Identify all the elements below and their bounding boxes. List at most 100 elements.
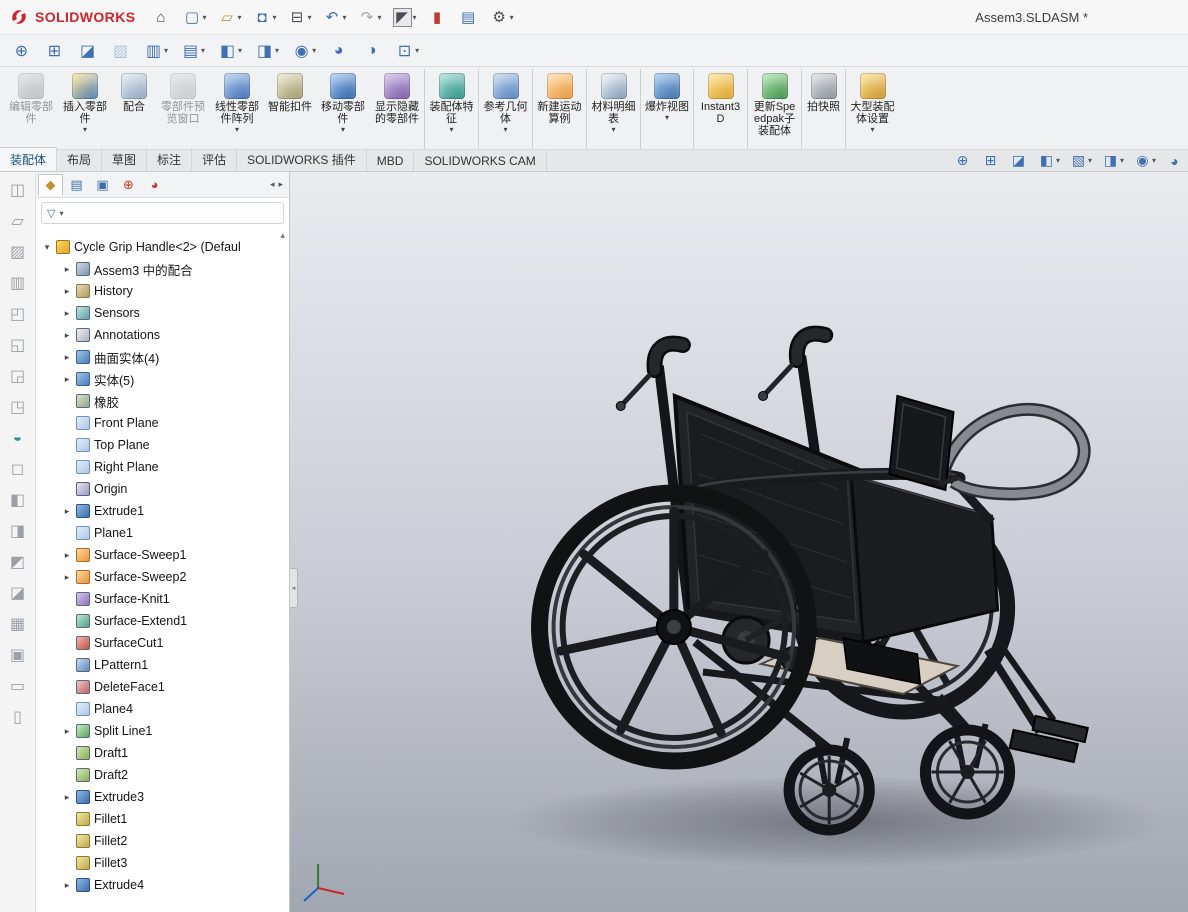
expand-arrow-icon[interactable]: ▸ (62, 550, 72, 561)
expand-arrow-icon[interactable]: ▸ (62, 792, 72, 803)
titlebar-icon[interactable]: ◘ ▾ (248, 6, 280, 29)
caret-icon[interactable]: ▾ (238, 46, 242, 55)
caret-icon[interactable]: ▾ (235, 125, 239, 135)
caret-icon[interactable]: ▾ (237, 13, 241, 22)
tree-item[interactable]: ▸ Extrude4 (36, 874, 289, 896)
quickbar-icon[interactable]: ⊞ (41, 39, 69, 62)
caret-icon[interactable]: ▾ (449, 125, 453, 135)
caret-icon[interactable]: ▾ (164, 46, 168, 55)
caret-icon[interactable]: ▾ (378, 13, 382, 22)
headsup-icon[interactable]: ⊞ (978, 150, 1004, 171)
tree-item[interactable]: Front Plane (36, 412, 289, 434)
ribbon-button[interactable]: 大型装配体设置 ▾ (845, 69, 899, 149)
expand-arrow-icon[interactable]: ▸ (62, 308, 72, 319)
left-strip-tool-icon[interactable]: ◨ (8, 521, 28, 541)
ribbon-button[interactable]: 参考几何体 ▾ (478, 69, 532, 149)
left-strip-tool-icon[interactable]: ◫ (8, 180, 28, 200)
caret-icon[interactable]: ▾ (870, 125, 874, 135)
quickbar-icon[interactable]: ⊕ (8, 39, 36, 62)
left-strip-tool-icon[interactable]: ◱ (8, 335, 28, 355)
caret-icon[interactable]: ▾ (415, 46, 419, 55)
caret-icon[interactable]: ▾ (1152, 156, 1156, 165)
caret-icon[interactable]: ▾ (275, 46, 279, 55)
ribbon-button[interactable]: 插入零部件 ▾ (58, 69, 112, 149)
left-strip-tool-icon[interactable]: ▭ (8, 676, 28, 696)
tree-item[interactable]: Draft2 (36, 764, 289, 786)
tree-item[interactable]: Plane1 (36, 522, 289, 544)
command-tab[interactable]: SOLIDWORKS 插件 (237, 148, 367, 171)
ribbon-button[interactable]: 智能扣件 (264, 69, 316, 149)
left-strip-tool-icon[interactable]: ◩ (8, 552, 28, 572)
tree-item[interactable]: DeleteFace1 (36, 676, 289, 698)
headsup-icon[interactable]: ◨ ▾ (1098, 150, 1128, 171)
titlebar-icon[interactable]: ⚙ ▾ (486, 6, 518, 29)
caret-icon[interactable]: ▾ (1088, 156, 1092, 165)
headsup-icon[interactable]: ◉ ▾ (1130, 150, 1160, 171)
expand-arrow-icon[interactable]: ▸ (62, 352, 72, 363)
tree-item[interactable]: ▸ History (36, 280, 289, 302)
ribbon-button[interactable]: 配合 (112, 69, 156, 149)
quickbar-icon[interactable]: ▤ ▾ (177, 39, 209, 62)
tree-item[interactable]: ▸ Extrude1 (36, 500, 289, 522)
left-strip-tool-icon[interactable]: ▦ (8, 614, 28, 634)
expand-arrow-icon[interactable]: ▸ (62, 264, 72, 275)
left-strip-tool-icon[interactable]: ◪ (8, 583, 28, 603)
left-strip-tool-icon[interactable]: ◒ (8, 428, 28, 448)
command-tab[interactable]: 评估 (192, 148, 238, 171)
headsup-icon[interactable]: ▧ ▾ (1066, 150, 1096, 171)
expand-arrow-icon[interactable]: ▸ (62, 572, 72, 583)
left-strip-tool-icon[interactable]: ◳ (8, 397, 28, 417)
caret-icon[interactable]: ▾ (510, 13, 514, 22)
expand-arrow-icon[interactable]: ▸ (62, 880, 72, 891)
tree-item[interactable]: ▸ Surface-Sweep1 (36, 544, 289, 566)
tree-item[interactable]: Fillet2 (36, 830, 289, 852)
tree-item[interactable]: ▸ Sensors (36, 302, 289, 324)
quickbar-icon[interactable]: ◕ (325, 39, 353, 62)
expand-arrow-icon[interactable]: ▸ (62, 726, 72, 737)
quickbar-icon[interactable]: ◉ ▾ (288, 39, 320, 62)
tree-item[interactable]: ▸ Surface-Sweep2 (36, 566, 289, 588)
titlebar-icon[interactable]: ⌂ (147, 6, 175, 29)
tree-item[interactable]: ▸ Assem3 中的配合 (36, 258, 289, 280)
panel-tab[interactable]: ◕ (142, 174, 167, 196)
tablet-panel[interactable] (888, 394, 959, 492)
ribbon-button[interactable]: 显示隐藏的零部件 (370, 69, 424, 149)
caret-icon[interactable]: ▾ (611, 125, 615, 135)
tree-item[interactable]: ▾ Cycle Grip Handle<2> (Defaul (36, 236, 289, 258)
panel-tab[interactable]: ▤ (64, 174, 89, 196)
left-strip-tool-icon[interactable]: ▱ (8, 211, 28, 231)
tree-item[interactable]: 橡胶 (36, 390, 289, 412)
ribbon-button[interactable]: 移动零部件 ▾ (316, 69, 370, 149)
caret-icon[interactable]: ▾ (343, 13, 347, 22)
left-strip-tool-icon[interactable]: ◧ (8, 490, 28, 510)
tree-item[interactable]: Fillet1 (36, 808, 289, 830)
tree-scroll-up-icon[interactable]: ▴ (280, 230, 285, 241)
ribbon-button[interactable]: 线性零部件阵列 ▾ (210, 69, 264, 149)
caret-icon[interactable]: ▾ (503, 125, 507, 135)
panel-tab[interactable]: ◆ (38, 173, 63, 196)
tree-item[interactable]: Surface-Extend1 (36, 610, 289, 632)
ribbon-button[interactable]: 装配体特征 ▾ (424, 69, 478, 149)
caret-icon[interactable]: ▾ (1120, 156, 1124, 165)
caret-icon[interactable]: ▾ (665, 113, 669, 123)
graphics-viewport[interactable]: ◂ (290, 172, 1188, 912)
titlebar-icon[interactable]: ▱ ▾ (213, 6, 245, 29)
command-tab[interactable]: MBD (367, 151, 415, 171)
tree-filter-input[interactable]: ▽ ▾ (41, 202, 284, 224)
tree-item[interactable]: Right Plane (36, 456, 289, 478)
titlebar-icon[interactable]: ↷ ▾ (354, 6, 386, 29)
panel-splitter-handle[interactable]: ◂ (290, 568, 298, 608)
caret-icon[interactable]: ▾ (272, 13, 276, 22)
left-strip-tool-icon[interactable]: ▨ (8, 242, 28, 262)
command-tab[interactable]: 标注 (147, 148, 193, 171)
tree-item[interactable]: Draft1 (36, 742, 289, 764)
ribbon-button[interactable]: 材料明细表 ▾ (586, 69, 640, 149)
ribbon-button[interactable]: 编辑零部件 (4, 69, 58, 149)
tree-item[interactable]: LPattern1 (36, 654, 289, 676)
caret-icon[interactable]: ▾ (308, 13, 312, 22)
expand-arrow-icon[interactable]: ▸ (62, 506, 72, 517)
quickbar-icon[interactable]: ⊡ ▾ (391, 39, 423, 62)
titlebar-icon[interactable]: ⊟ ▾ (284, 6, 316, 29)
command-tab[interactable]: 布局 (57, 148, 103, 171)
expand-arrow-icon[interactable]: ▸ (62, 330, 72, 341)
